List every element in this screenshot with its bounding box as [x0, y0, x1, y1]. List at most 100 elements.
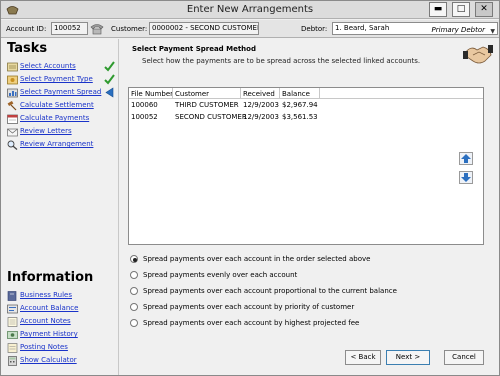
cell-file-number: 100060: [131, 101, 158, 109]
move-down-button[interactable]: [459, 171, 473, 184]
task-label: Select Payment Spread: [20, 88, 102, 96]
customer-field: 0000002 - SECOND CUSTOMER: [149, 22, 259, 35]
info-account-notes[interactable]: Account Notes: [7, 316, 115, 328]
task-review-arrangement[interactable]: Review Arrangement: [7, 139, 115, 151]
option-label: Spread payments evenly over each account: [143, 271, 298, 279]
tasks-heading: Tasks: [7, 41, 48, 56]
main-panel: Select Payment Spread Method Select how …: [120, 39, 499, 375]
minimize-button[interactable]: ▬: [429, 2, 447, 17]
cell-customer: THIRD CUSTOMER: [175, 101, 239, 109]
debtor-type: Primary Debtor: [431, 26, 485, 34]
cell-received: 12/9/2003: [243, 101, 279, 109]
payment-history-icon: [7, 331, 18, 339]
payment-type-icon: [7, 75, 18, 85]
calculator-icon: [8, 356, 17, 366]
accounts-grid: File Number Customer Received Balance 10…: [128, 87, 484, 245]
info-label: Account Balance: [20, 304, 79, 312]
radio-button[interactable]: [130, 255, 138, 263]
rules-book-icon: [7, 291, 17, 301]
accounts-icon: [7, 62, 18, 72]
enter-new-arrangements-window: Enter New Arrangements ▬ □ ✕ Account ID:…: [0, 0, 500, 376]
info-show-calculator[interactable]: Show Calculator: [7, 355, 115, 367]
task-label: Review Arrangement: [20, 140, 94, 148]
notes-icon: [7, 317, 18, 327]
task-label: Select Payment Type: [20, 75, 93, 83]
task-label: Calculate Settlement: [20, 101, 94, 109]
cell-file-number: 100052: [131, 113, 158, 121]
grid-header: File Number Customer Received Balance: [129, 88, 483, 99]
chevron-down-icon: ▼: [490, 28, 495, 35]
balance-icon: [7, 304, 18, 314]
task-review-letters[interactable]: Review Letters: [7, 126, 115, 138]
radio-button[interactable]: [130, 303, 138, 311]
cell-balance: $3,561.53: [282, 113, 318, 121]
title-bar: Enter New Arrangements ▬ □ ✕: [1, 1, 499, 19]
info-label: Account Notes: [20, 317, 71, 325]
check-icon: [104, 61, 115, 72]
window-title: Enter New Arrangements: [186, 4, 314, 15]
option-label: Spread payments over each account by hig…: [143, 319, 360, 327]
info-payment-history[interactable]: Payment History: [7, 329, 115, 341]
section-subtitle: Select how the payments are to be spread…: [142, 57, 421, 65]
option-priority[interactable]: Spread payments over each account by pri…: [130, 302, 470, 314]
table-row[interactable]: 100052 SECOND CUSTOMER 12/9/2003 $3,561.…: [129, 113, 483, 124]
radio-button[interactable]: [130, 287, 138, 295]
handshake-icon: [463, 45, 493, 64]
arrow-up-icon: [461, 154, 471, 163]
option-evenly[interactable]: Spread payments evenly over each account: [130, 270, 470, 282]
account-id-label: Account ID:: [6, 25, 47, 33]
info-business-rules[interactable]: Business Rules: [7, 290, 115, 302]
calendar-icon: [7, 114, 18, 124]
account-id-field: 100052: [51, 22, 88, 35]
move-up-button[interactable]: [459, 152, 473, 165]
debtor-select[interactable]: 1. Beard, Sarah Primary Debtor ▼: [332, 22, 498, 35]
section-title: Select Payment Spread Method: [132, 45, 256, 53]
customer-label: Customer:: [111, 25, 148, 33]
cell-customer: SECOND CUSTOMER: [175, 113, 247, 121]
cancel-button[interactable]: Cancel: [444, 350, 484, 365]
option-proportional[interactable]: Spread payments over each account propor…: [130, 286, 470, 298]
next-button[interactable]: Next >: [386, 350, 430, 365]
task-calculate-settlement[interactable]: Calculate Settlement: [7, 100, 115, 112]
table-row[interactable]: 100060 THIRD CUSTOMER 12/9/2003 $2,967.9…: [129, 101, 483, 112]
phone-icon[interactable]: [90, 23, 104, 35]
cell-received: 12/9/2003: [243, 113, 279, 121]
task-label: Calculate Payments: [20, 114, 90, 122]
col-header-received[interactable]: Received: [243, 90, 275, 98]
info-account-balance[interactable]: Account Balance: [7, 303, 115, 315]
option-label: Spread payments over each account propor…: [143, 287, 397, 295]
magnifier-icon: [7, 140, 18, 150]
col-header-balance[interactable]: Balance: [282, 90, 310, 98]
account-info-bar: Account ID: 100052 Customer: 0000002 - S…: [1, 20, 499, 38]
col-header-customer[interactable]: Customer: [175, 90, 209, 98]
debtor-value: 1. Beard, Sarah: [335, 24, 390, 32]
payment-spread-icon: [7, 88, 18, 98]
gavel-icon: [7, 101, 17, 111]
radio-button[interactable]: [130, 319, 138, 327]
task-select-payment-type[interactable]: Select Payment Type: [7, 74, 115, 86]
posting-notes-icon: [7, 343, 18, 353]
task-select-payment-spread[interactable]: Select Payment Spread: [7, 87, 115, 99]
maximize-button[interactable]: □: [452, 2, 470, 17]
info-label: Payment History: [20, 330, 78, 338]
current-step-arrow-icon: [105, 87, 114, 98]
option-label: Spread payments over each account in the…: [143, 255, 371, 263]
task-label: Review Letters: [20, 127, 72, 135]
task-calculate-payments[interactable]: Calculate Payments: [7, 113, 115, 125]
sidebar: Tasks Select Accounts Select Payment Typ…: [1, 39, 119, 375]
info-label: Business Rules: [20, 291, 72, 299]
info-label: Posting Notes: [20, 343, 68, 351]
envelope-icon: [7, 128, 18, 137]
debtor-label: Debtor:: [301, 25, 328, 33]
option-order-selected[interactable]: Spread payments over each account in the…: [130, 254, 470, 266]
option-highest-fee[interactable]: Spread payments over each account by hig…: [130, 318, 470, 330]
radio-button[interactable]: [130, 271, 138, 279]
col-header-file-number[interactable]: File Number: [131, 90, 173, 98]
task-label: Select Accounts: [20, 62, 76, 70]
check-icon: [104, 74, 115, 85]
option-label: Spread payments over each account by pri…: [143, 303, 355, 311]
info-posting-notes[interactable]: Posting Notes: [7, 342, 115, 354]
close-button[interactable]: ✕: [475, 2, 493, 17]
task-select-accounts[interactable]: Select Accounts: [7, 61, 115, 73]
back-button[interactable]: < Back: [345, 350, 381, 365]
